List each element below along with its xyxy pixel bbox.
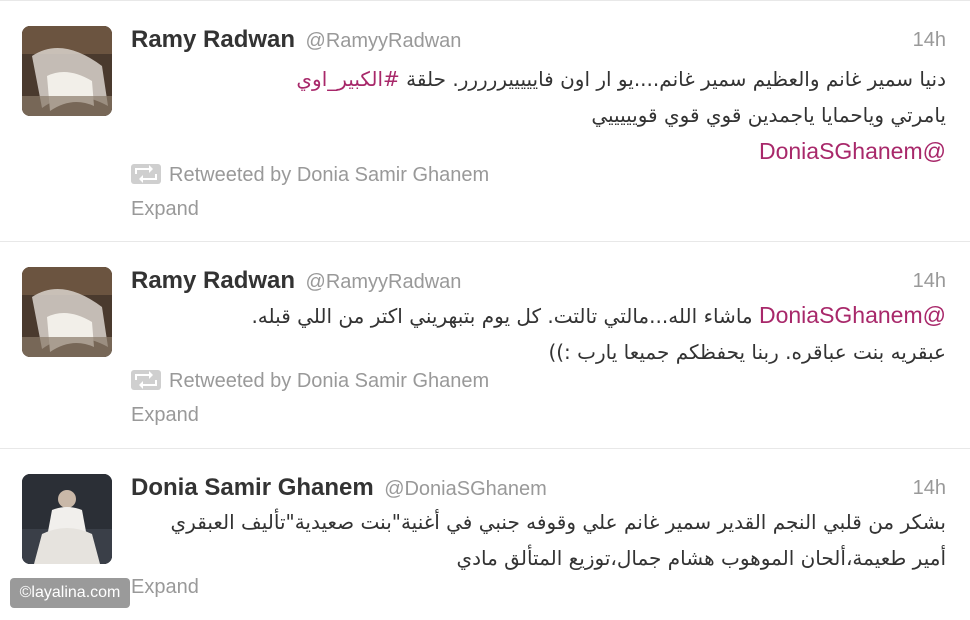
tweet-line-text: دنيا سمير غانم والعظيم سمير غانم....يو ا… [399,67,946,91]
tweet-header: Ramy Radwan @RamyyRadwan [131,267,461,297]
avatar[interactable] [22,474,112,564]
avatar-photo-icon [22,267,112,357]
tweet-item[interactable]: Ramy Radwan @RamyyRadwan 14h دنيا سمير غ… [0,0,970,242]
timestamp[interactable]: 14h [913,270,946,293]
avatar-photo-icon [22,474,112,564]
user-handle[interactable]: @DoniaSGhanem [384,478,547,500]
retweeted-by[interactable]: Retweeted by Donia Samir Ghanem [131,164,489,187]
mention-link[interactable]: @DoniaSGhanem [759,138,946,164]
avatar[interactable] [22,267,112,357]
user-name[interactable]: Ramy Radwan [131,26,295,53]
user-handle[interactable]: @RamyyRadwan [306,30,462,52]
retweeted-by[interactable]: Retweeted by Donia Samir Ghanem [131,370,489,393]
tweet-line: بشكر من قلبي النجم القدير سمير غانم علي … [170,510,946,534]
tweet-text: بشكر من قلبي النجم القدير سمير غانم علي … [131,504,946,576]
timestamp[interactable]: 14h [913,29,946,52]
tweet-text: دنيا سمير غانم والعظيم سمير غانم....يو ا… [131,61,946,170]
tweet-header: Ramy Radwan @RamyyRadwan [131,26,461,56]
tweet-item[interactable]: Donia Samir Ghanem @DoniaSGhanem 14h بشك… [0,449,970,620]
tweet-line: عبقريه بنت عباقره. ربنا يحفظكم جميعا يار… [548,340,946,364]
hashtag-link[interactable]: #الكبير_اوي [296,67,399,91]
expand-link[interactable]: Expand [131,576,199,599]
tweet-text: @DoniaSGhanem ماشاء الله...مالتي تالتت. … [131,297,946,370]
tweet-line: يامرتي وياحمايا ياجمدين قوي قوي قويييييي [591,103,946,127]
avatar-photo-icon [22,26,112,116]
tweet-line: أمير طعيمة،ألحان الموهوب هشام جمال،توزيع… [456,546,946,570]
tweet-item[interactable]: Ramy Radwan @RamyyRadwan 14h @DoniaSGhan… [0,242,970,449]
tweet-header: Donia Samir Ghanem @DoniaSGhanem [131,474,547,504]
retweet-icon [131,370,161,390]
watermark: ©layalina.com [10,578,130,608]
retweet-icon [131,164,161,184]
timestamp[interactable]: 14h [913,477,946,500]
user-name[interactable]: Donia Samir Ghanem [131,474,374,501]
avatar[interactable] [22,26,112,116]
tweet-line: @DoniaSGhanem ماشاء الله...مالتي تالتت. … [131,297,946,334]
expand-link[interactable]: Expand [131,198,199,221]
user-name[interactable]: Ramy Radwan [131,267,295,294]
user-handle[interactable]: @RamyyRadwan [306,271,462,293]
retweeted-by-label: Retweeted by Donia Samir Ghanem [169,370,490,392]
retweeted-by-label: Retweeted by Donia Samir Ghanem [169,164,490,186]
mention-link[interactable]: @DoniaSGhanem [759,302,946,328]
tweet-line-text: ماشاء الله...مالتي تالتت. كل يوم بتبهرين… [251,304,759,328]
tweet-line: دنيا سمير غانم والعظيم سمير غانم....يو ا… [131,61,946,97]
expand-link[interactable]: Expand [131,404,199,427]
